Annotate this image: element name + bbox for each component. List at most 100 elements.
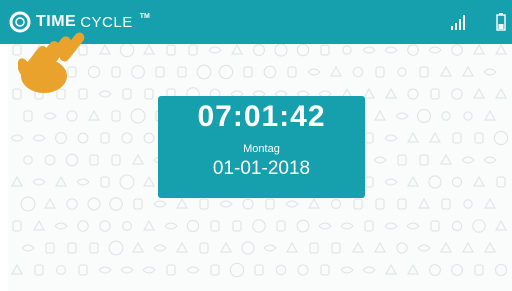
doodle-mark: [419, 66, 429, 78]
doodle-mark: [285, 241, 299, 253]
doodle-mark: [320, 264, 330, 276]
doodle-mark: [351, 241, 365, 253]
doodle-mark: [362, 87, 376, 99]
doodle-mark: [109, 197, 123, 211]
doodle-mark: [384, 222, 398, 230]
clock-weekday: Montag: [243, 143, 280, 155]
doodle-mark: [111, 110, 121, 122]
doodle-mark: [472, 87, 486, 99]
app-screen: TIME CYCLE TM 07:01:42 Montag 01-01-2018: [0, 0, 512, 291]
doodle-mark: [407, 44, 419, 56]
doodle-mark: [111, 66, 121, 78]
doodle-mark: [108, 240, 124, 256]
doodle-mark: [296, 44, 310, 57]
doodle-mark: [395, 112, 409, 120]
doodle-mark: [23, 155, 33, 165]
doodle-mark: [100, 176, 110, 188]
doodle-mark: [121, 132, 133, 144]
doodle-mark: [406, 131, 420, 143]
doodle-mark: [55, 264, 67, 276]
doodle-mark: [44, 154, 56, 166]
doodle-mark: [340, 222, 354, 230]
doodle-mark: [384, 178, 398, 186]
doodle-mark: [406, 263, 420, 275]
doodle-mark: [428, 46, 442, 54]
doodle-mark: [331, 242, 341, 254]
doodle-mark: [320, 44, 330, 56]
doodle-mark: [98, 90, 112, 98]
doodle-mark: [119, 174, 135, 190]
doodle-mark: [441, 111, 451, 121]
doodle-mark: [199, 198, 209, 210]
doodle-mark: [34, 264, 44, 276]
doodle-mark: [65, 153, 79, 167]
doodle-mark: [274, 44, 288, 57]
doodle-mark: [210, 264, 220, 276]
battery-icon: [496, 13, 506, 31]
doodle-mark: [307, 197, 321, 209]
doodle-mark: [329, 65, 343, 77]
doodle-mark: [175, 197, 189, 209]
doodle-mark: [430, 88, 440, 100]
doodle-mark: [474, 264, 484, 276]
doodle-mark: [229, 262, 245, 278]
doodle-mark: [419, 154, 429, 166]
doodle-mark: [472, 175, 486, 187]
doodle-mark: [76, 178, 90, 186]
doodle-mark: [100, 132, 110, 144]
doodle-mark: [451, 88, 463, 100]
doodle-mark: [494, 219, 508, 231]
doodle-mark: [10, 263, 24, 275]
doodle-mark: [483, 68, 497, 76]
doodle-mark: [483, 156, 497, 164]
doodle-mark: [384, 134, 398, 142]
doodle-mark: [77, 132, 89, 144]
doodle-mark: [219, 200, 233, 208]
doodle-mark: [384, 46, 398, 54]
doodle-mark: [428, 175, 442, 189]
doodle-mark: [89, 242, 99, 254]
doodle-mark: [452, 132, 462, 144]
doodle-mark: [252, 219, 266, 233]
doodle-mark: [98, 44, 112, 55]
doodle-mark: [263, 65, 277, 79]
doodle-mark: [143, 132, 155, 144]
doodle-mark: [232, 220, 242, 232]
doodle-mark: [241, 241, 255, 255]
doodle-mark: [397, 154, 407, 166]
doodle-mark: [373, 156, 387, 164]
doodle-mark: [242, 198, 254, 210]
doodle-mark: [463, 111, 473, 121]
doodle-mark: [153, 200, 167, 208]
doodle-mark: [153, 244, 167, 252]
doodle-mark: [384, 263, 398, 275]
doodle-mark: [32, 134, 46, 142]
doodle-mark: [45, 242, 55, 254]
doodle-mark: [144, 88, 154, 100]
doodle-mark: [98, 266, 112, 274]
doodle-mark: [285, 200, 299, 208]
doodle-mark: [21, 244, 35, 252]
doodle-mark: [186, 219, 200, 233]
doodle-mark: [155, 66, 165, 78]
doodle-mark: [461, 241, 475, 253]
doodle-mark: [494, 263, 508, 277]
doodle-mark: [78, 264, 88, 276]
doodle-mark: [66, 110, 78, 122]
doodle-mark: [208, 46, 222, 54]
doodle-mark: [494, 44, 508, 55]
doodle-mark: [142, 44, 156, 55]
doodle-mark: [142, 219, 156, 231]
doodle-mark: [352, 66, 364, 78]
doodle-mark: [342, 45, 352, 55]
doodle-mark: [120, 266, 134, 274]
doodle-mark: [296, 219, 310, 233]
doodle-mark: [252, 44, 266, 57]
doodle-mark: [111, 154, 121, 166]
logo-trademark: TM: [139, 12, 150, 20]
doodle-mark: [243, 66, 253, 78]
doodle-mark: [451, 176, 463, 188]
doodle-mark: [430, 220, 440, 232]
doodle-mark: [230, 44, 244, 55]
doodle-mark: [122, 88, 132, 100]
